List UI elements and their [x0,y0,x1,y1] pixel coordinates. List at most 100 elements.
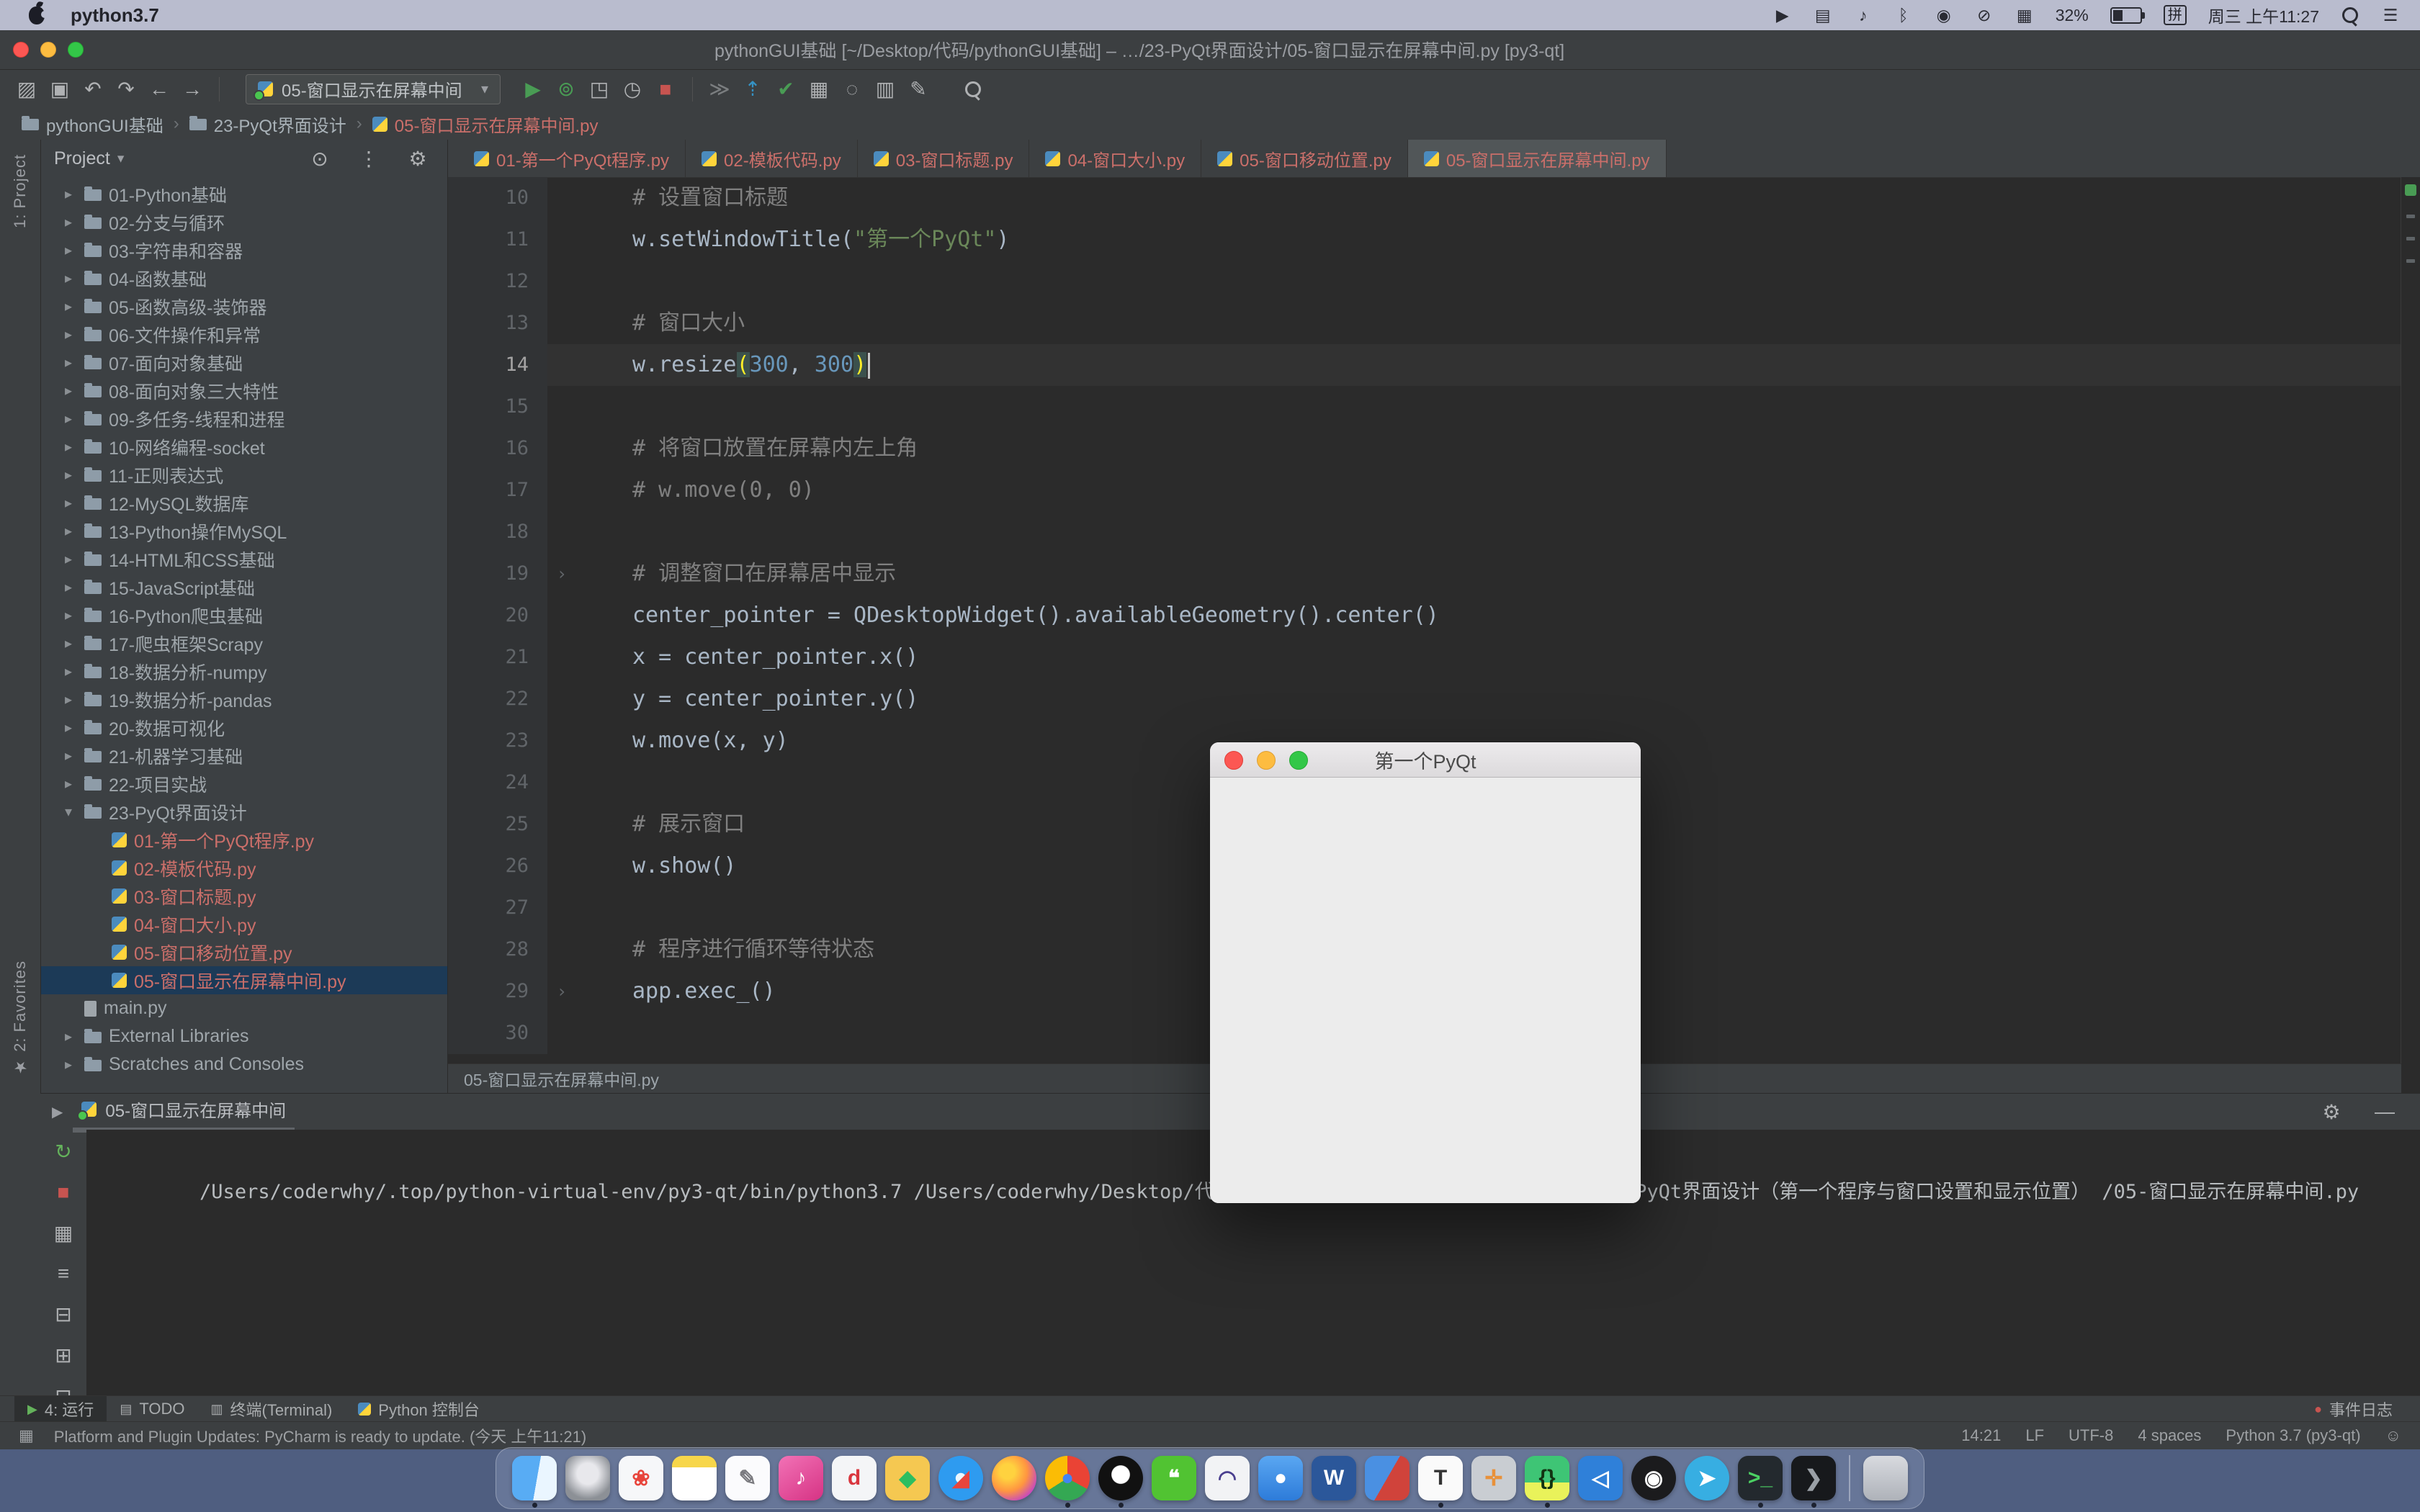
pen-icon[interactable]: ✎ [902,77,935,101]
dock-app-dash[interactable]: d [832,1456,877,1500]
tree-item[interactable]: 05-窗口移动位置.py [41,938,447,966]
dock-app-qq[interactable] [1098,1456,1143,1500]
dock-app-telegram[interactable]: ➤ [1685,1456,1729,1500]
editor-breadcrumb[interactable]: 05-窗口显示在屏幕中间.py [464,1066,659,1091]
spotlight-icon[interactable] [2341,7,2360,23]
rerun-icon[interactable]: ↻ [47,1140,80,1164]
tree-item[interactable]: ▸External Libraries [41,1022,447,1050]
python-interpreter[interactable]: Python 3.7 (py3-qt) [2226,1426,2360,1445]
tree-item[interactable]: ▸04-函数基础 [41,264,447,292]
toolwindow-toggle-icon[interactable]: ▦ [19,1426,34,1445]
redo-icon[interactable]: ↷ [109,77,143,101]
back-icon[interactable]: ← [143,77,176,101]
forward-icon[interactable]: → [176,77,209,101]
profiler-icon[interactable]: ◷ [616,77,649,101]
tree-item[interactable]: ▾23-PyQt界面设计 [41,798,447,826]
dock-app-vscode[interactable]: ◁ [1578,1456,1623,1500]
ide-title-bar[interactable]: pythonGUI基础 [~/Desktop/代码/pythonGUI基础] –… [0,30,2420,70]
dock-app-launchpad[interactable] [565,1456,610,1500]
tree-item[interactable]: ▸09-多任务-线程和进程 [41,405,447,433]
tree-item[interactable]: 01-第一个PyQt程序.py [41,826,447,854]
coverage-icon[interactable]: ◳ [583,77,616,101]
editor-tab[interactable]: 01-第一个PyQt程序.py [458,140,686,177]
tree-item[interactable]: ▸03-字符串和容器 [41,236,447,264]
battery-icon[interactable] [2110,7,2142,24]
pyqt-title-bar[interactable]: 第一个PyQt [1210,742,1641,778]
toolwindow-event-log[interactable]: ●事件日志 [2301,1398,2406,1421]
debug-icon[interactable]: ⊚ [550,77,583,101]
tree-item[interactable]: ▸15-JavaScript基础 [41,573,447,601]
dock-app-pdf-app[interactable] [1365,1456,1410,1500]
battery-percent[interactable]: 32% [2056,6,2089,25]
input-method-icon[interactable]: 拼 [2164,5,2187,25]
pyqt-minimize-button[interactable] [1257,751,1276,770]
editor-tab[interactable]: 04-窗口大小.py [1029,140,1201,177]
line-separator[interactable]: LF [2025,1426,2044,1445]
check-icon[interactable]: ✔ [769,77,802,101]
settings-icon[interactable]: ⚙ [401,147,434,171]
toolwindow-terminal[interactable]: ▥终端(Terminal) [197,1396,345,1422]
pyqt-app-window[interactable]: 第一个PyQt [1210,742,1641,1203]
expand-icon[interactable]: ⊞ [47,1344,80,1367]
run-settings-icon[interactable]: ⚙ [2315,1100,2348,1124]
tree-item[interactable]: ▸19-数据分析-pandas [41,685,447,714]
dock-trash[interactable] [1863,1456,1908,1500]
dock-app-alfred[interactable]: ◠ [1205,1456,1250,1500]
dock-app-wechat[interactable]: ❝ [1152,1456,1196,1500]
stripe-favorites-button[interactable]: ★ 2: Favorites [11,960,30,1076]
file-encoding[interactable]: UTF-8 [2069,1426,2113,1445]
open-project-icon[interactable]: ▨ [10,77,43,101]
apple-menu-icon[interactable] [29,6,45,24]
close-window-button[interactable] [13,42,29,58]
tree-item[interactable]: ▸21-机器学习基础 [41,742,447,770]
list-icon[interactable]: ▥ [869,77,902,101]
breadcrumb-item[interactable]: 05-窗口显示在屏幕中间.py [372,112,599,137]
undo-icon[interactable]: ↶ [76,77,109,101]
tree-item[interactable]: ▸Scratches and Consoles [41,1050,447,1079]
notification-center-icon[interactable]: ☰ [2381,6,2400,25]
volume-icon[interactable]: ♪ [1854,6,1873,25]
editor-tab[interactable]: 03-窗口标题.py [858,140,1030,177]
tree-item[interactable]: ▸07-面向对象基础 [41,348,447,377]
tree-item[interactable]: ▸10-网络编程-socket [41,433,447,461]
tree-item[interactable]: ▸14-HTML和CSS基础 [41,545,447,573]
tree-item[interactable]: ▸20-数据可视化 [41,714,447,742]
editor-tab[interactable]: 05-窗口移动位置.py [1201,140,1408,177]
search-everywhere-icon[interactable] [956,81,990,97]
skip-icon[interactable]: ≫ [703,77,736,101]
tree-item[interactable]: ▸11-正则表达式 [41,461,447,489]
tree-item[interactable]: 03-窗口标题.py [41,882,447,910]
grid-icon[interactable]: ▦ [802,77,835,101]
dock-app-photos[interactable]: ❀ [619,1456,663,1500]
stop-run-icon[interactable]: ■ [47,1181,80,1204]
dock-app-word[interactable]: W [1312,1456,1356,1500]
breadcrumb-item[interactable]: 23-PyQt界面设计 [189,112,346,137]
toolwindow-run[interactable]: ▶4: 运行 [14,1396,107,1422]
toolwindow-todo[interactable]: ▤TODO [107,1396,197,1422]
tree-item[interactable]: 05-窗口显示在屏幕中间.py [41,966,447,994]
run-icon[interactable]: ▶ [516,77,550,101]
attach-icon[interactable]: ⇡ [736,77,769,101]
tree-item[interactable]: ▸12-MySQL数据库 [41,489,447,517]
dock-app-cloud-app[interactable]: ● [1258,1456,1303,1500]
dock-app-notes[interactable] [672,1456,717,1500]
dock-app-chrome[interactable]: ● [1045,1456,1090,1500]
tree-item[interactable]: main.py [41,994,447,1022]
editor-error-stripe[interactable] [2401,177,2420,1064]
tree-item[interactable]: ▸08-面向对象三大特性 [41,377,447,405]
dock-app-safari[interactable]: ◢ [938,1456,983,1500]
tree-item[interactable]: ▸02-分支与循环 [41,208,447,236]
collapse-icon[interactable]: ⊟ [47,1302,80,1326]
restore-layout-icon[interactable]: ▦ [47,1221,80,1245]
vpn-icon[interactable]: ⊘ [1975,6,1994,25]
editor-tab[interactable]: 05-窗口显示在屏幕中间.py [1408,140,1667,177]
stop-icon[interactable]: ■ [649,77,682,101]
run-configuration-select[interactable]: 05-窗口显示在屏幕中间 ▾ [246,74,501,104]
media-icon[interactable]: ▶ [1773,6,1792,25]
more-icon[interactable]: ⋮ [352,147,385,171]
dock-app-evernote[interactable]: ◆ [885,1456,930,1500]
pyqt-zoom-button[interactable] [1289,751,1308,770]
pyqt-close-button[interactable] [1224,751,1243,770]
clock[interactable]: 周三 上午11:27 [2208,3,2319,27]
locate-icon[interactable]: ⊙ [303,147,336,171]
